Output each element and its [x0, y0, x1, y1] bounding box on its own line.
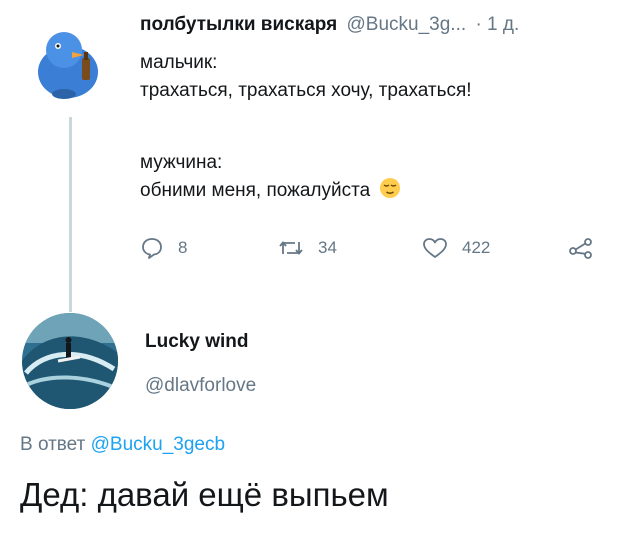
reply-to-mention-link[interactable]: @Bucku_3gecb — [91, 434, 225, 455]
reply-context: В ответ @Bucku_3gecb — [20, 434, 225, 456]
author-name[interactable]: полбутылки вискаря — [140, 14, 337, 35]
surfer-wave-avatar-icon — [22, 313, 118, 409]
tweet-line: мужчина: — [140, 152, 223, 173]
reply-icon — [142, 238, 162, 259]
tweet-line: мальчик: — [140, 52, 218, 73]
thread-connector-line — [69, 117, 72, 312]
blue-bird-avatar-icon — [28, 22, 110, 104]
reply-to-prefix: В ответ — [20, 434, 86, 455]
like-button[interactable]: 422 — [422, 236, 490, 260]
reply-button[interactable]: 8 — [140, 236, 187, 260]
like-count: 422 — [462, 238, 491, 257]
reply-author-handle[interactable]: @dlavforlove — [145, 375, 256, 397]
reply-body: Дед: давай ещё выпьем — [20, 476, 389, 513]
relieved-face-emoji-icon — [379, 177, 401, 208]
reply-count: 8 — [178, 238, 188, 257]
tweet-header: полбутылки вискаря @Bucku_3g... · 1 д. — [140, 14, 519, 36]
tweet-time[interactable]: · 1 д. — [475, 14, 519, 35]
tweet-body: мальчик: трахаться, трахаться хочу, трах… — [140, 49, 620, 208]
author-handle[interactable]: @Bucku_3g... — [347, 14, 467, 35]
reply-author-name[interactable]: Lucky wind — [145, 331, 248, 353]
share-button[interactable] — [568, 236, 608, 260]
share-icon — [569, 238, 592, 259]
retweet-button[interactable]: 34 — [278, 236, 337, 260]
tweet-line-with-emoji: обними меня, пожалуйста — [140, 177, 620, 208]
heart-icon — [423, 238, 447, 258]
tweet-actions: 8 34 422 — [140, 236, 610, 266]
tweet-line: обними меня, пожалуйста — [140, 180, 371, 201]
avatar[interactable] — [22, 313, 118, 409]
retweet-icon — [279, 241, 303, 255]
avatar[interactable] — [28, 22, 110, 104]
tweet-line: трахаться, трахаться хочу, трахаться! — [140, 80, 472, 101]
retweet-count: 34 — [318, 238, 337, 257]
